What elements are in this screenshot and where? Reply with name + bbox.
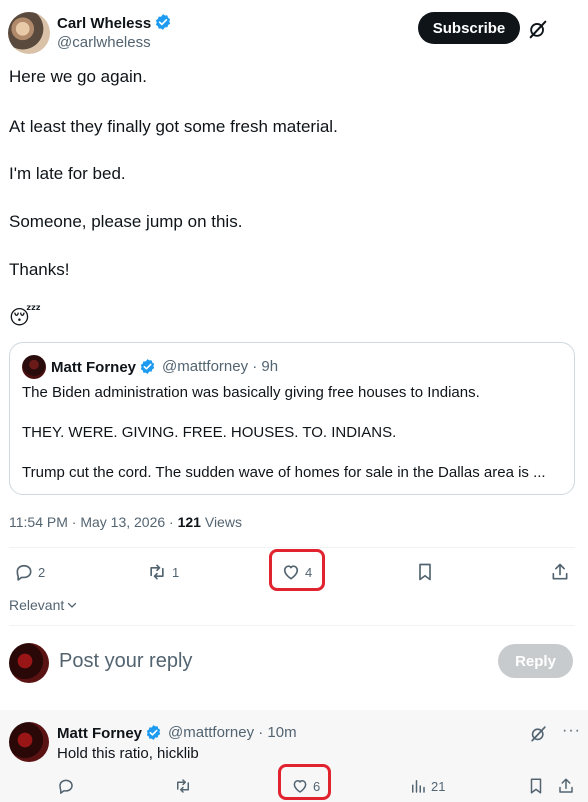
like-action[interactable]: 4 — [281, 562, 312, 582]
post-text-line: At least they finally got some fresh mat… — [9, 117, 338, 136]
verified-badge-icon — [154, 13, 172, 31]
reply-action[interactable]: 2 — [14, 562, 45, 582]
share-icon — [557, 777, 575, 795]
reply-share-action[interactable] — [557, 777, 575, 795]
reply-author-handle[interactable]: @mattforney · 10m — [168, 724, 297, 741]
subscribe-button[interactable]: Subscribe — [418, 12, 520, 44]
bookmark-icon — [415, 562, 435, 582]
quoted-author-name: Matt Forney — [51, 358, 156, 376]
more-options-icon[interactable]: ··· — [562, 722, 581, 740]
author-name[interactable]: Carl Wheless — [57, 13, 172, 32]
heart-icon — [281, 562, 301, 582]
like-count: 4 — [305, 564, 313, 580]
views-count: 21 — [431, 778, 446, 794]
reply-author-name[interactable]: Matt Forney — [57, 724, 162, 742]
verified-badge-icon — [139, 358, 156, 375]
post-text-line: I'm late for bed. — [9, 164, 126, 183]
sort-label: Relevant — [9, 597, 65, 613]
reply-button[interactable]: Reply — [498, 644, 573, 678]
author-avatar[interactable] — [8, 12, 50, 54]
repost-action[interactable]: 1 — [146, 562, 179, 582]
sleeping-emoji: 😴 — [9, 307, 42, 329]
quoted-text-line: THEY. WERE. GIVING. FREE. HOUSES. TO. IN… — [22, 424, 397, 441]
quoted-author-handle: @mattforney · 9h — [162, 358, 279, 375]
reply-reply-action[interactable] — [57, 777, 75, 795]
reply-icon — [57, 777, 75, 795]
author-handle[interactable]: @carlwheless — [57, 34, 151, 51]
verified-badge-icon — [145, 724, 162, 741]
like-count: 6 — [313, 778, 321, 794]
reply-bookmark-action[interactable] — [527, 777, 545, 795]
repost-count: 1 — [172, 564, 180, 580]
reply-author-avatar[interactable] — [9, 722, 49, 762]
sort-dropdown[interactable]: Relevant — [9, 597, 78, 613]
post-timestamp[interactable]: 11:54 PM · May 13, 2026 · 121 Views — [9, 514, 242, 530]
bookmark-icon — [527, 777, 545, 795]
quoted-author-avatar — [22, 355, 46, 379]
post-text-line: Thanks! — [9, 260, 70, 279]
grok-icon[interactable] — [527, 18, 549, 40]
current-user-avatar — [9, 643, 49, 683]
analytics-icon — [409, 777, 427, 795]
reply-input[interactable]: Post your reply — [59, 650, 192, 673]
reply-text: Hold this ratio, hicklib — [57, 745, 199, 762]
divider — [9, 547, 575, 548]
reply-like-action[interactable]: 6 — [291, 777, 320, 795]
repost-icon — [146, 562, 168, 582]
share-action[interactable] — [550, 562, 570, 582]
reply-icon — [14, 562, 34, 582]
post-text-line: Someone, please jump on this. — [9, 212, 243, 231]
share-icon — [550, 562, 570, 582]
chevron-down-icon — [66, 599, 78, 611]
grok-icon[interactable] — [529, 724, 548, 743]
quoted-text-line: The Biden administration was basically g… — [22, 384, 480, 401]
reply-repost-action[interactable] — [173, 777, 193, 795]
quoted-text-line: Trump cut the cord. The sudden wave of h… — [22, 464, 546, 481]
reply-views-action[interactable]: 21 — [409, 777, 445, 795]
post-text-line: Here we go again. — [9, 67, 147, 86]
divider — [9, 625, 575, 626]
heart-icon — [291, 777, 309, 795]
bookmark-action[interactable] — [415, 562, 435, 582]
repost-icon — [173, 777, 193, 795]
reply-count: 2 — [38, 564, 46, 580]
views-count: 121 — [177, 514, 201, 530]
